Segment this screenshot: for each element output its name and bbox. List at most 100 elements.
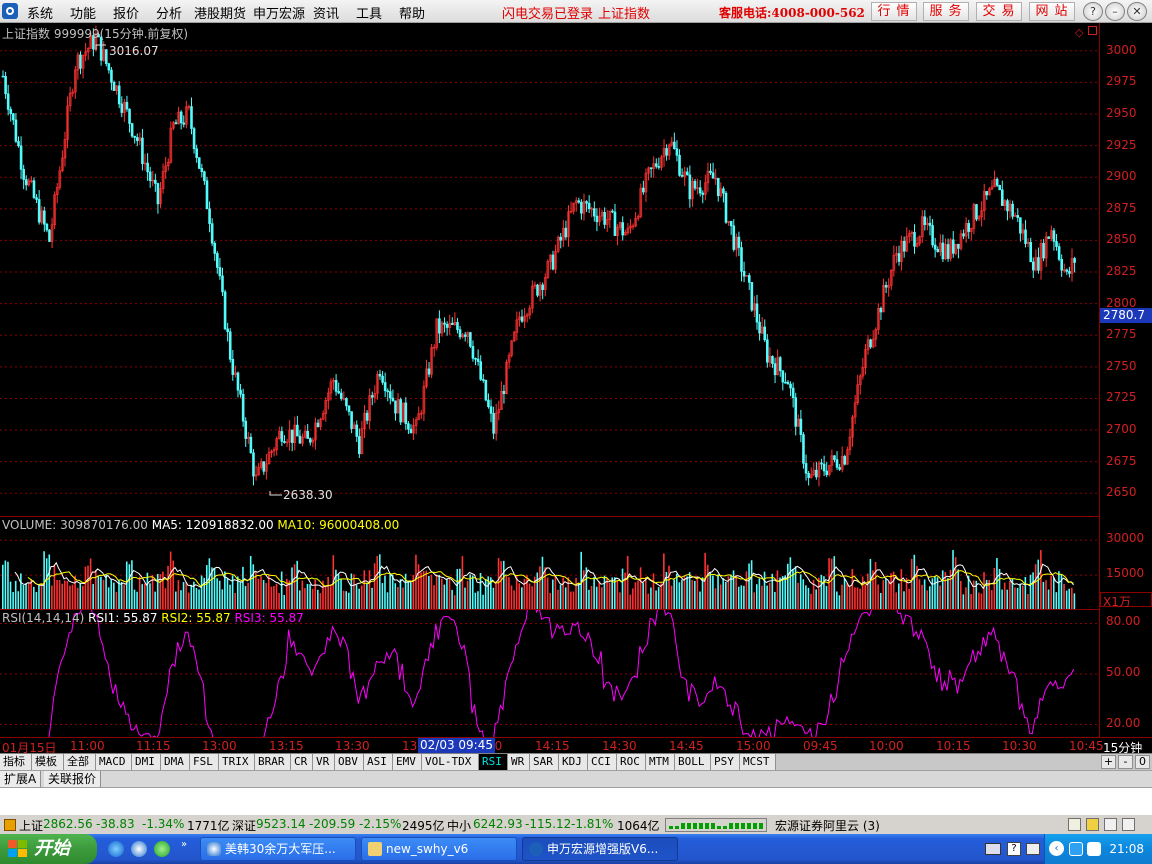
indicator-tab-sar[interactable]: SAR	[530, 754, 559, 770]
windows-logo-icon	[8, 840, 28, 858]
indicator-tab-asi[interactable]: ASI	[364, 754, 393, 770]
wifi-icon[interactable]	[1104, 818, 1117, 831]
nav-website-button[interactable]: 网站	[1029, 2, 1075, 21]
indicator-tab-fsl[interactable]: FSL	[190, 754, 219, 770]
diamond-icon[interactable]: ◇	[1075, 26, 1083, 39]
volume-bar	[216, 578, 218, 610]
candle-body	[471, 346, 475, 359]
indicator-tab-全部[interactable]: 全部	[64, 754, 96, 770]
indicator-tab-vol-tdx[interactable]: VOL-TDX	[422, 754, 479, 770]
nav-quotes-button[interactable]: 行情	[871, 2, 917, 21]
menu-system[interactable]: 系统	[27, 3, 53, 22]
indicator-tab-trix[interactable]: TRIX	[219, 754, 255, 770]
volume-bar	[910, 558, 913, 610]
menu-analysis[interactable]: 分析	[156, 3, 182, 22]
volume-bar	[249, 555, 252, 610]
indicator-tab-指标[interactable]: 指标	[0, 754, 32, 770]
window-restore-icon[interactable]	[1088, 26, 1097, 35]
shield-icon[interactable]	[1069, 842, 1083, 856]
menu-quotes[interactable]: 报价	[113, 3, 139, 22]
volume-bar	[422, 570, 425, 610]
candle-body	[241, 393, 245, 422]
indicator-tab-cci[interactable]: CCI	[588, 754, 617, 770]
tab-related-quotes[interactable]: 关联报价	[44, 771, 102, 787]
nav-trade-button[interactable]: 交易	[976, 2, 1022, 21]
candle-body	[37, 199, 41, 223]
settings-icon[interactable]	[1122, 818, 1135, 831]
axis-tick-label: 2650	[1106, 485, 1137, 500]
app-logo-icon[interactable]	[2, 3, 18, 19]
task-label: new_swhy_v6	[386, 842, 469, 856]
market-icon[interactable]	[4, 819, 16, 831]
indicator-tab-wr[interactable]: WR	[508, 754, 530, 770]
indicator-tab-cr[interactable]: CR	[291, 754, 313, 770]
keyboard-icon[interactable]	[1026, 843, 1040, 855]
login-status[interactable]: 闪电交易已登录	[502, 3, 593, 22]
tab-extension-a[interactable]: 扩展A	[0, 771, 42, 787]
indicator-tab-rsi[interactable]: RSI	[479, 754, 508, 770]
task-swhy[interactable]: 申万宏源增强版V6...	[522, 837, 678, 861]
candle-body	[280, 431, 284, 442]
current-index-link[interactable]: 上证指数	[598, 3, 650, 22]
volume-bar	[100, 576, 102, 610]
indicator-tab-emv[interactable]: EMV	[393, 754, 422, 770]
close-icon[interactable]: ✕	[1127, 2, 1147, 21]
axis-tick-label: 2825	[1106, 264, 1137, 279]
window-icon[interactable]	[1068, 818, 1081, 831]
axis-tick-label: 2925	[1106, 137, 1137, 152]
volume-bar	[817, 577, 820, 610]
indicator-tab-macd[interactable]: MACD	[96, 754, 132, 770]
indicator-tab-brar[interactable]: BRAR	[255, 754, 291, 770]
menu-swhy[interactable]: 申万宏源	[253, 3, 305, 22]
reset-button[interactable]: 0	[1135, 755, 1150, 769]
menu-help[interactable]: 帮助	[399, 3, 425, 22]
indicator-tab-模板[interactable]: 模板	[32, 754, 64, 770]
volume-bar	[469, 574, 471, 610]
help-tray-icon[interactable]: ?	[1007, 842, 1021, 856]
rsi-chart[interactable]	[0, 610, 1100, 738]
status-bar: 上证 2862.56 -38.83 -1.34% 1771亿 深证 9523.1…	[0, 814, 1152, 834]
price-chart[interactable]	[0, 23, 1100, 516]
tray-collapse-icon[interactable]: ‹	[1049, 841, 1064, 856]
indicator-tab-vr[interactable]: VR	[313, 754, 335, 770]
price-pane[interactable]: 上证指数 999999(15分钟.前复权) 3016.07 2638.30 ◇	[0, 23, 1100, 516]
indicator-tab-dma[interactable]: DMA	[161, 754, 190, 770]
broker-server[interactable]: 宏源证券阿里云 (3)	[775, 817, 880, 834]
browser-icon[interactable]	[131, 841, 147, 857]
indicator-tab-psy[interactable]: PSY	[711, 754, 740, 770]
menu-hk-futures[interactable]: 港股期货	[194, 3, 246, 22]
indicator-tab-mcst[interactable]: MCST	[740, 754, 776, 770]
indicator-tab-obv[interactable]: OBV	[335, 754, 364, 770]
indicator-tab-roc[interactable]: ROC	[617, 754, 646, 770]
candle-body	[347, 405, 351, 412]
volume-pane[interactable]: VOLUME: 309870176.00 MA5: 120918832.00 M…	[0, 516, 1100, 610]
candle-body	[621, 222, 625, 236]
rsi-pane[interactable]: RSI(14,14,14) RSI1: 55.87 RSI2: 55.87 RS…	[0, 609, 1100, 738]
volume-bar	[144, 583, 146, 610]
pc-icon[interactable]	[985, 843, 1001, 855]
task-news[interactable]: 美韩30余万大军压...	[200, 837, 356, 861]
quicklaunch-expand-icon[interactable]: »	[181, 839, 187, 850]
task-folder[interactable]: new_swhy_v6	[361, 837, 517, 861]
start-button[interactable]: 开始	[0, 834, 97, 864]
volume-bar	[611, 577, 613, 610]
zoom-in-button[interactable]: +	[1101, 755, 1116, 769]
help-icon[interactable]: ?	[1083, 2, 1103, 21]
menu-tools[interactable]: 工具	[356, 3, 382, 22]
indicator-tab-boll[interactable]: BOLL	[675, 754, 711, 770]
lock-icon[interactable]	[1086, 818, 1099, 831]
indicator-tab-dmi[interactable]: DMI	[132, 754, 161, 770]
ie-icon[interactable]	[108, 841, 124, 857]
zoom-out-button[interactable]: -	[1118, 755, 1133, 769]
candle-body	[1029, 241, 1032, 263]
app-quicklaunch-icon[interactable]	[154, 841, 170, 857]
time-label: 10:30	[1002, 739, 1037, 753]
candle-body	[675, 148, 679, 156]
indicator-tab-mtm[interactable]: MTM	[646, 754, 675, 770]
indicator-tab-kdj[interactable]: KDJ	[559, 754, 588, 770]
minimize-icon[interactable]: –	[1105, 2, 1125, 21]
nav-service-button[interactable]: 服务	[923, 2, 969, 21]
speaker-icon[interactable]	[1087, 842, 1101, 856]
menu-function[interactable]: 功能	[70, 3, 96, 22]
menu-news[interactable]: 资讯	[313, 3, 339, 22]
